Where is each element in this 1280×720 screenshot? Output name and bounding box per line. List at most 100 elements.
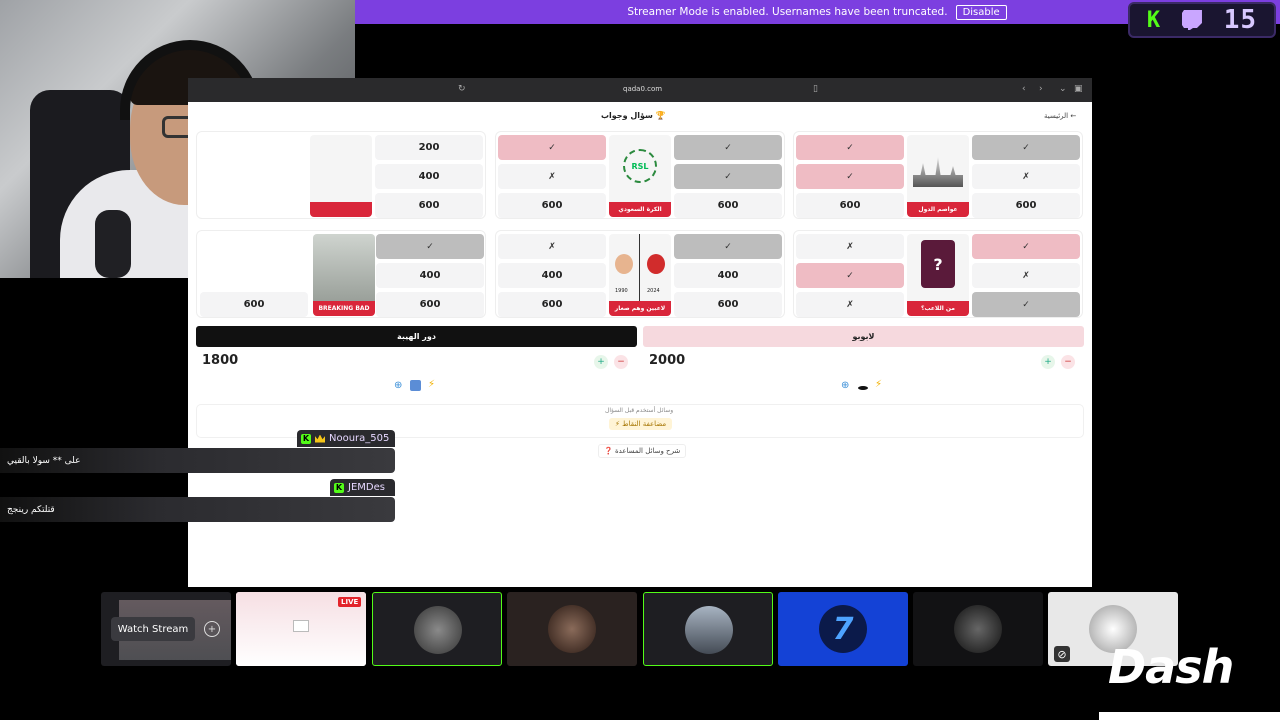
chat-user-label: JEMDes [348, 482, 385, 493]
points-cell[interactable]: 200 [375, 135, 483, 160]
check-icon: ✓ [846, 270, 854, 281]
points-cell[interactable]: 600 [376, 292, 484, 317]
answered-cell[interactable]: ✗ [972, 263, 1080, 288]
show-image [313, 234, 375, 301]
double-points-button[interactable]: ⚡ مضاعفة النقاط [609, 418, 673, 430]
category-card: 200 400 600 [196, 131, 486, 219]
team-name-left: دور الهيبة [196, 326, 637, 347]
mystery-card: ? [921, 240, 955, 288]
skyline-image [913, 157, 963, 187]
points-cell[interactable]: 600 [498, 193, 606, 218]
answered-cell[interactable]: ✓ [376, 234, 484, 259]
answered-cell[interactable]: ✗ [796, 292, 904, 317]
add-stream-icon[interactable]: + [204, 621, 220, 637]
check-icon: ✓ [846, 142, 854, 153]
stream-tile[interactable]: 7 [778, 592, 908, 666]
check-icon: ✓ [1022, 241, 1030, 252]
plus-button[interactable]: + [1041, 355, 1055, 369]
forward-icon[interactable]: › [1039, 84, 1043, 94]
category-card: ✓ ✓ 600 عواصم الدول ✓ ✗ 600 [793, 131, 1083, 219]
stream-tile[interactable] [507, 592, 637, 666]
watch-stream-button[interactable]: Watch Stream [111, 617, 195, 641]
plus-button[interactable]: + [594, 355, 608, 369]
disable-button[interactable]: Disable [955, 4, 1007, 20]
stream-tile[interactable] [643, 592, 773, 666]
back-icon[interactable]: ‹ [1022, 84, 1026, 94]
answered-cell[interactable]: ✓ [796, 164, 904, 189]
check-icon: ✓ [548, 142, 556, 153]
points-cell[interactable]: 400 [376, 263, 484, 288]
answered-cell[interactable]: ✓ [796, 263, 904, 288]
address-bar[interactable]: qada0.com [623, 85, 662, 93]
points-cell[interactable]: 600 [200, 292, 308, 317]
divider [639, 234, 640, 301]
globe-icon[interactable]: ⊕ [394, 380, 402, 391]
kick-icon: K [1146, 7, 1161, 33]
points-cell[interactable]: 600 [674, 292, 782, 317]
points-cell[interactable]: 600 [972, 193, 1080, 218]
player-avatar-old [615, 254, 633, 274]
avatar [685, 606, 733, 654]
answered-cell[interactable]: ✓ [972, 234, 1080, 259]
points-cell[interactable]: 600 [796, 193, 904, 218]
answered-cell[interactable]: ✓ [674, 234, 782, 259]
lightning-icon[interactable]: ⚡ [875, 379, 882, 390]
stream-tile[interactable]: LIVE [236, 592, 366, 666]
hidden-video-icon[interactable]: ⊘ [1054, 646, 1070, 662]
twitch-icon [1181, 10, 1202, 30]
stream-tile[interactable]: Watch Stream + [101, 592, 231, 666]
points-cell[interactable]: 400 [498, 263, 606, 288]
stream-tile[interactable] [913, 592, 1043, 666]
category-label: BREAKING BAD [313, 301, 375, 316]
help-explain-button[interactable]: ❓ شرح وسائل المساعدة [598, 444, 687, 458]
avatar [954, 605, 1002, 653]
refresh-icon[interactable] [410, 380, 421, 391]
page-title: سؤال وجواب 🏆 [601, 111, 666, 120]
team-logo-icon: 7 [819, 605, 867, 653]
sidebar-icon[interactable]: ▣ [1074, 84, 1083, 94]
follower-badge: K 15 [1128, 2, 1276, 38]
lightning-icon[interactable]: ⚡ [428, 379, 435, 390]
category-label: من اللاعب؟ [907, 301, 969, 316]
answered-cell[interactable]: ✗ [796, 234, 904, 259]
answered-cell[interactable]: ✗ [498, 164, 606, 189]
reload-icon[interactable]: ↻ [458, 84, 466, 94]
points-cell[interactable]: 400 [375, 164, 483, 189]
chat-message: على ** سولا بالقيي [0, 448, 395, 473]
screen-share-icon [293, 620, 309, 632]
globe-icon[interactable]: ⊕ [841, 380, 849, 391]
answered-cell[interactable]: ✗ [498, 234, 606, 259]
cross-icon: ✗ [548, 241, 556, 252]
team-score-right: 2000 [649, 353, 686, 368]
minus-button[interactable]: − [614, 355, 628, 369]
category-image [310, 135, 372, 217]
answered-cell[interactable]: ✓ [498, 135, 606, 160]
answered-cell[interactable]: ✓ [674, 164, 782, 189]
answered-cell[interactable]: ✓ [674, 135, 782, 160]
player-avatar-new [647, 254, 665, 274]
answered-cell[interactable]: ✓ [796, 135, 904, 160]
category-label [310, 202, 372, 217]
points-cell[interactable]: 600 [498, 292, 606, 317]
chevron-down-icon[interactable]: ⌄ [1059, 84, 1067, 94]
badge-count: 15 [1223, 5, 1258, 35]
points-cell[interactable]: 400 [674, 263, 782, 288]
category-card: ✗ 400 600 1990 2024 لاعبين وهم صغار ✓ 40… [495, 230, 785, 318]
minus-button[interactable]: − [1061, 355, 1075, 369]
stream-tile[interactable] [372, 592, 502, 666]
answered-cell[interactable]: ✓ [972, 135, 1080, 160]
answered-cell[interactable]: ✓ [972, 292, 1080, 317]
hat-icon[interactable] [858, 386, 868, 390]
share-icon[interactable]: ▯ [813, 84, 818, 94]
home-link[interactable]: الرئيسية ← [1044, 112, 1076, 120]
points-cell[interactable]: 600 [674, 193, 782, 218]
cross-icon: ✗ [548, 171, 556, 182]
kick-icon: K [334, 482, 344, 493]
category-image: RSL الكرة السعودي [609, 135, 671, 217]
check-icon: ✓ [1022, 299, 1030, 310]
bottom-bar [1099, 712, 1280, 720]
category-image: عواصم الدول [907, 135, 969, 217]
answered-cell[interactable]: ✗ [972, 164, 1080, 189]
stream-canvas: Streamer Mode is enabled. Usernames have… [0, 0, 1280, 720]
points-cell[interactable]: 600 [375, 193, 483, 218]
